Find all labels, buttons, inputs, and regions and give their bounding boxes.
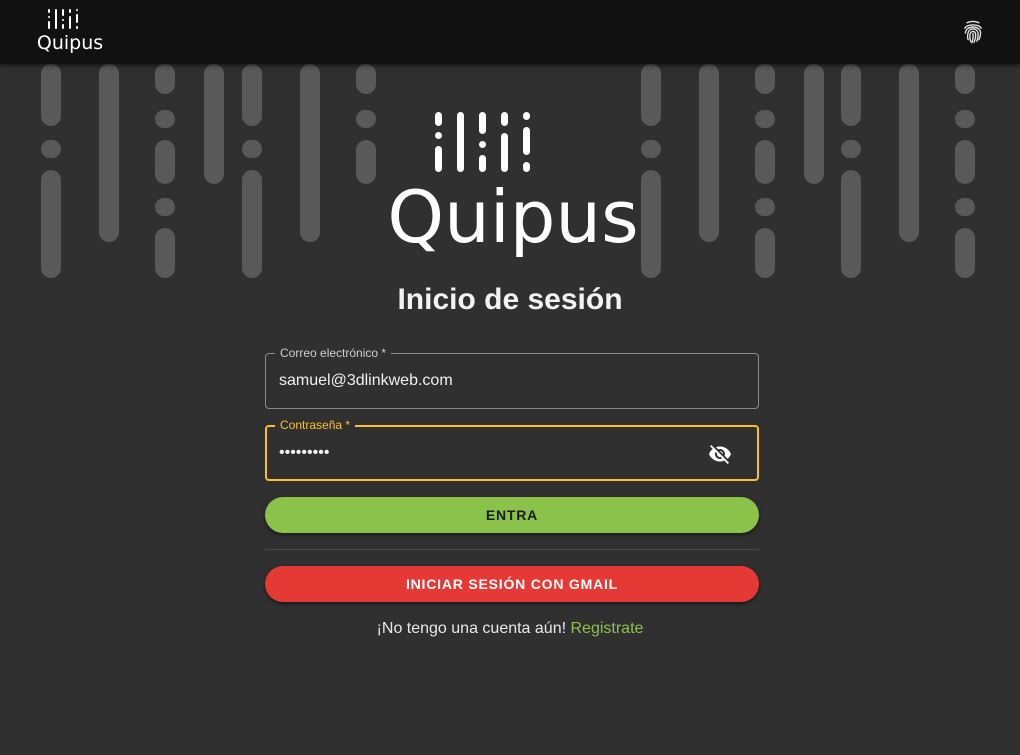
app-bar: Quipus xyxy=(0,0,1020,64)
quipus-hero-logo: Quipus xyxy=(387,112,639,259)
signup-link[interactable]: Registrate xyxy=(571,620,644,637)
email-input[interactable] xyxy=(279,354,679,408)
page-title: Inicio de sesión xyxy=(397,283,623,316)
password-input[interactable] xyxy=(279,427,679,479)
login-button[interactable]: ENTRA xyxy=(265,497,759,533)
signup-prompt: ¡No tengo una cuenta aún! xyxy=(376,620,567,637)
svg-text:Quipus: Quipus xyxy=(387,175,638,259)
fingerprint-icon xyxy=(964,20,982,44)
svg-text:Quipus: Quipus xyxy=(37,32,103,54)
email-field[interactable]: Correo electrónico * xyxy=(265,346,759,409)
signup-row: ¡No tengo una cuenta aún! Registrate xyxy=(0,620,1020,638)
eye-off-icon xyxy=(709,445,731,464)
fingerprint-button[interactable] xyxy=(955,14,991,50)
toggle-password-visibility-button[interactable] xyxy=(707,441,733,467)
divider xyxy=(265,549,759,550)
quipus-logo[interactable]: Quipus xyxy=(30,7,110,57)
gmail-login-button[interactable]: INICIAR SESIÓN CON GMAIL xyxy=(265,566,759,602)
password-field[interactable]: Contraseña * xyxy=(265,418,759,481)
